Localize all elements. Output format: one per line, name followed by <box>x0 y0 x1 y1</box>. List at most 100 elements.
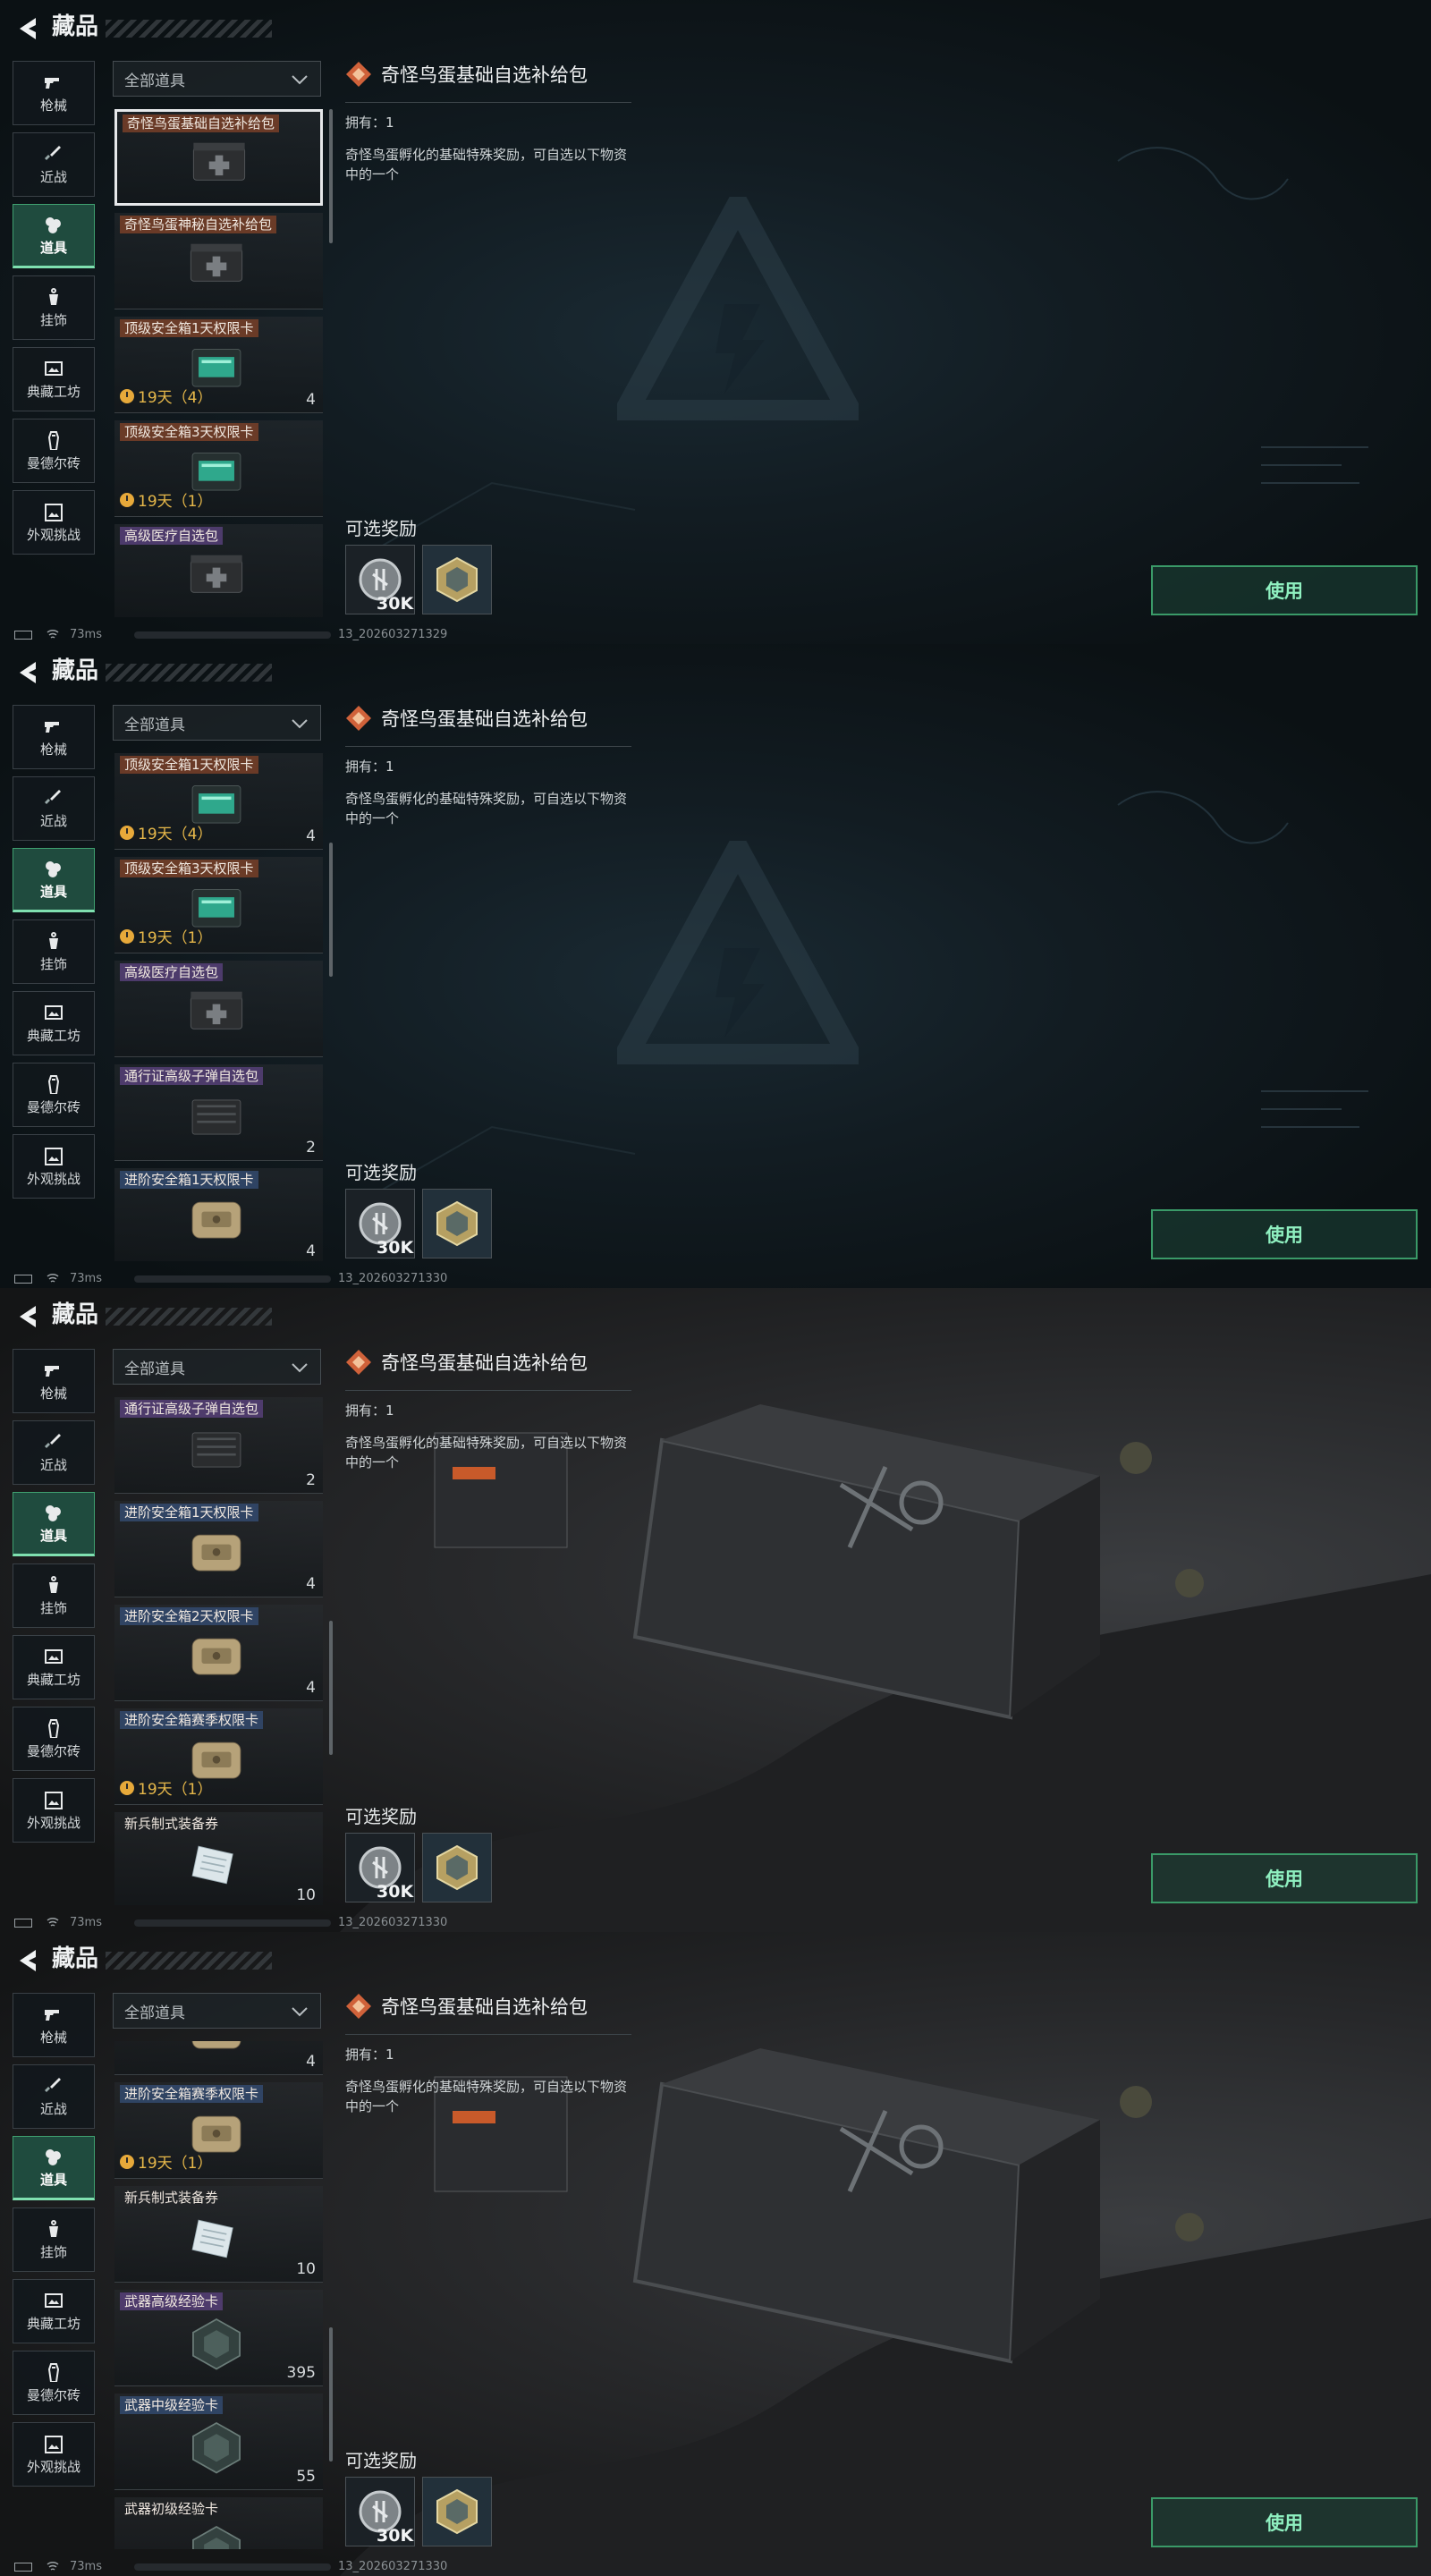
category-tab[interactable]: 挂饰 <box>13 275 95 340</box>
list-item[interactable]: 高级医疗自选包 <box>114 524 323 617</box>
reward-slot[interactable]: 30K <box>345 1833 415 1902</box>
list-item[interactable]: 顶级安全箱3天权限卡 19天（1） <box>114 857 323 953</box>
category-tab[interactable]: 近战 <box>13 776 95 841</box>
category-tab[interactable]: 枪械 <box>13 1349 95 1413</box>
list-scrollbar[interactable] <box>329 1621 333 1755</box>
screen-panel: 藏品枪械近战道具挂饰典藏工坊曼德尔砖外观挑战 全部道具奇怪鸟蛋基础自选补给包奇怪鸟… <box>0 0 1431 644</box>
category-tab[interactable]: 外观挑战 <box>13 2422 95 2487</box>
category-tab[interactable]: 外观挑战 <box>13 1778 95 1843</box>
category-tab[interactable]: 曼德尔砖 <box>13 2351 95 2415</box>
diamond-badge-icon <box>346 1350 371 1375</box>
ping-text: 73ms <box>70 1272 102 1285</box>
item-name: 武器中级经验卡 <box>120 2396 224 2415</box>
reward-slot[interactable] <box>422 1189 492 1258</box>
list-item[interactable]: 顶级安全箱1天权限卡 19天（4） 4 <box>114 317 323 413</box>
back-arrow-icon[interactable] <box>13 13 45 45</box>
reward-slot[interactable]: 30K <box>345 545 415 614</box>
category-label: 典藏工坊 <box>26 384 80 400</box>
category-tab[interactable]: 近战 <box>13 2064 95 2129</box>
use-button[interactable]: 使用 <box>1151 1209 1418 1259</box>
list-item[interactable]: 顶级安全箱1天权限卡 19天（4） 4 <box>114 753 323 850</box>
list-item[interactable]: 奇怪鸟蛋基础自选补给包 <box>114 109 323 206</box>
back-arrow-icon[interactable] <box>13 657 45 689</box>
category-tab[interactable]: 外观挑战 <box>13 1134 95 1199</box>
category-tab[interactable]: 典藏工坊 <box>13 1635 95 1699</box>
wifi-icon <box>47 1917 59 1927</box>
category-tab[interactable]: 道具 <box>13 2136 95 2200</box>
reward-slot[interactable]: 30K <box>345 1189 415 1258</box>
list-item[interactable]: 进阶安全箱1天权限卡 4 <box>114 1501 323 1597</box>
category-tab[interactable]: 道具 <box>13 204 95 268</box>
category-tab[interactable]: 典藏工坊 <box>13 2279 95 2343</box>
reward-slot[interactable] <box>422 1833 492 1902</box>
category-tab[interactable]: 外观挑战 <box>13 490 95 555</box>
back-arrow-icon[interactable] <box>13 1945 45 1977</box>
list-item[interactable]: 通行证高级子弹自选包 2 <box>114 1397 323 1494</box>
use-button[interactable]: 使用 <box>1151 565 1418 615</box>
category-tab[interactable]: 曼德尔砖 <box>13 1063 95 1127</box>
list-scrollbar[interactable] <box>329 843 333 977</box>
item-name: 武器高级经验卡 <box>120 2292 224 2311</box>
list-item[interactable]: 进阶安全箱2天权限卡4 <box>114 1605 323 1701</box>
category-tab[interactable]: 枪械 <box>13 61 95 125</box>
item-filter-dropdown[interactable]: 全部道具 <box>113 61 321 97</box>
item-filter-dropdown[interactable]: 全部道具 <box>113 1349 321 1385</box>
list-item[interactable]: 武器高级经验卡 395 <box>114 2290 323 2387</box>
list-item[interactable]: 进阶安全箱赛季权限卡 19天（1） <box>114 2082 323 2180</box>
list-item[interactable]: 武器初级经验卡 <box>114 2497 323 2549</box>
category-tab[interactable]: 近战 <box>13 1420 95 1485</box>
category-label: 外观挑战 <box>26 1171 80 1187</box>
category-tab[interactable]: 挂饰 <box>13 919 95 984</box>
exp-card-icon <box>179 2521 254 2549</box>
list-item[interactable]: 进阶安全箱2天权限卡4 <box>114 2041 323 2076</box>
category-tab[interactable]: 典藏工坊 <box>13 991 95 1055</box>
tan-safe-icon <box>179 1191 254 1250</box>
brick-icon <box>43 430 64 450</box>
detail-divider <box>345 746 631 747</box>
category-tab[interactable]: 曼德尔砖 <box>13 1707 95 1771</box>
list-item[interactable]: 奇怪鸟蛋神秘自选补给包 <box>114 213 323 309</box>
use-button[interactable]: 使用 <box>1151 1853 1418 1903</box>
category-tab[interactable]: 枪械 <box>13 1993 95 2057</box>
exp-card-icon <box>179 2417 254 2476</box>
list-item[interactable]: 高级医疗自选包 <box>114 961 323 1057</box>
list-item[interactable]: 通行证高级子弹自选包 2 <box>114 1064 323 1161</box>
pistol-icon <box>43 2004 64 2024</box>
item-list[interactable]: 奇怪鸟蛋基础自选补给包奇怪鸟蛋神秘自选补给包顶级安全箱1天权限卡19天（4）4顶… <box>114 753 323 1261</box>
list-scrollbar[interactable] <box>329 2327 333 2462</box>
detail-header: 奇怪鸟蛋基础自选补给包 <box>345 1993 588 2020</box>
timer-text: 19天（1） <box>138 929 213 947</box>
medkit-case-icon <box>182 135 257 194</box>
category-tab[interactable]: 枪械 <box>13 705 95 769</box>
item-filter-dropdown[interactable]: 全部道具 <box>113 1993 321 2029</box>
ammo-box-icon <box>179 1420 254 1479</box>
list-item[interactable]: 新兵制式装备券 10 <box>114 1812 323 1905</box>
reward-slot[interactable] <box>422 2477 492 2546</box>
picture-icon <box>43 1790 64 1809</box>
item-name: 新兵制式装备券 <box>124 2190 219 2207</box>
reward-slot[interactable] <box>422 545 492 614</box>
top-bar: 藏品 <box>0 0 1431 54</box>
category-tab[interactable]: 曼德尔砖 <box>13 419 95 483</box>
list-scrollbar[interactable] <box>329 109 333 243</box>
item-list[interactable]: 奇怪鸟蛋基础自选补给包奇怪鸟蛋神秘自选补给包顶级安全箱1天权限卡19天（4）4顶… <box>114 2041 323 2549</box>
reward-slot[interactable]: 30K <box>345 2477 415 2546</box>
item-list[interactable]: 奇怪鸟蛋基础自选补给包奇怪鸟蛋神秘自选补给包顶级安全箱1天权限卡19天（4）4顶… <box>114 1397 323 1905</box>
item-list[interactable]: 奇怪鸟蛋基础自选补给包奇怪鸟蛋神秘自选补给包顶级安全箱1天权限卡19天（4）4顶… <box>114 109 323 617</box>
category-tab[interactable]: 近战 <box>13 132 95 197</box>
list-item[interactable]: 顶级安全箱3天权限卡 19天（1） <box>114 420 323 517</box>
category-tab[interactable]: 典藏工坊 <box>13 347 95 411</box>
list-item[interactable]: 进阶安全箱1天权限卡 4 <box>114 1168 323 1261</box>
list-item[interactable]: 新兵制式装备券 10 <box>114 2186 323 2284</box>
blurred-id <box>134 631 331 639</box>
item-filter-dropdown[interactable]: 全部道具 <box>113 705 321 741</box>
tan-safe-icon <box>179 1628 254 1687</box>
category-tab[interactable]: 道具 <box>13 1492 95 1556</box>
list-item[interactable]: 武器中级经验卡 55 <box>114 2394 323 2491</box>
category-tab[interactable]: 挂饰 <box>13 2207 95 2272</box>
use-button[interactable]: 使用 <box>1151 2497 1418 2547</box>
list-item[interactable]: 进阶安全箱赛季权限卡 19天（1） <box>114 1708 323 1805</box>
category-tab[interactable]: 挂饰 <box>13 1563 95 1628</box>
category-tab[interactable]: 道具 <box>13 848 95 912</box>
back-arrow-icon[interactable] <box>13 1301 45 1333</box>
